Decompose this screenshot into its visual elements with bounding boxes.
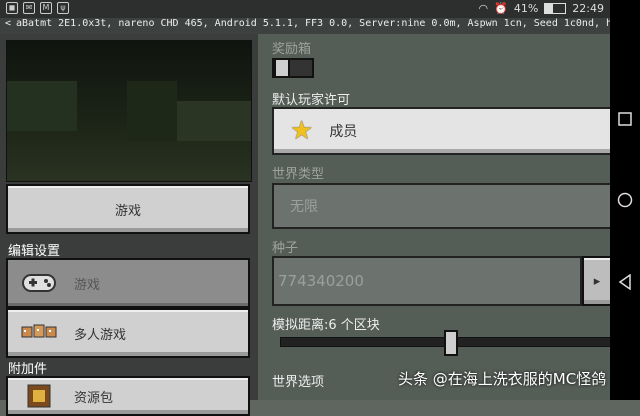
players-icon (18, 320, 60, 346)
status-bar: ◼ ✉ M ψ ◠ ⏰ 41% 22:49 (0, 0, 610, 18)
alarm-icon: ⏰ (494, 2, 508, 15)
tab-resource-pack-label: 资源包 (74, 390, 114, 406)
recent-apps-icon[interactable] (617, 112, 633, 128)
arrow-right-icon: ▸ (593, 273, 601, 289)
tab-resource-pack[interactable]: 资源包 (6, 376, 250, 416)
header-text: aBatmt 2E1.0x3t, nareno CHD 465, Android… (16, 18, 610, 29)
battery-icon (544, 3, 567, 14)
edit-settings-label: 编辑设置 (8, 244, 61, 259)
world-options-label: 世界选项 (272, 375, 325, 390)
tab-multiplayer-label: 多人游戏 (74, 327, 127, 343)
sim-distance-label: 模拟距离:6 个区块 (272, 318, 380, 333)
home-icon[interactable] (617, 192, 633, 208)
tab-game[interactable]: 游戏 (6, 258, 250, 308)
sim-distance-slider-handle[interactable] (444, 330, 458, 356)
world-type-label: 世界类型 (272, 167, 325, 182)
mail-icon: M (40, 2, 52, 14)
clock: 22:49 (572, 2, 604, 15)
game-button-label: 游戏 (114, 203, 141, 219)
achievements-toggle[interactable] (272, 58, 314, 78)
wifi-icon: ◠ (478, 2, 489, 15)
app-icon: ◼ (6, 2, 18, 14)
controller-icon (18, 270, 60, 296)
seed-input[interactable]: 774340200 (272, 256, 582, 306)
seed-picker-button[interactable]: ▸ (582, 256, 612, 306)
debug-header: < aBatmt 2E1.0x3t, nareno CHD 465, Androi… (0, 18, 610, 34)
world-type-value: 无限 (290, 199, 318, 215)
usb-icon: ψ (57, 2, 69, 14)
tab-multiplayer[interactable]: 多人游戏 (6, 308, 250, 358)
seed-label: 种子 (272, 241, 299, 256)
default-permission-dropdown[interactable]: ★ 成员 (272, 107, 612, 155)
star-icon: ★ (290, 116, 314, 146)
message-icon: ✉ (23, 2, 35, 14)
battery-percent: 41% (513, 2, 539, 15)
seed-value: 774340200 (278, 272, 364, 290)
left-panel: 游戏 编辑设置 游戏 多人游戏 附加件 资源包 (0, 34, 258, 416)
world-preview-image (6, 40, 252, 182)
back-arrow-icon[interactable]: < (0, 18, 16, 29)
world-type-dropdown[interactable]: 无限 (272, 183, 612, 229)
default-permission-label: 默认玩家许可 (272, 93, 351, 108)
resource-pack-icon (18, 383, 60, 409)
tab-game-label: 游戏 (74, 277, 101, 293)
android-nav-bar (610, 0, 640, 400)
default-permission-value: 成员 (329, 124, 358, 140)
watermark: 头条 @在海上洗衣服的MC怪鸽 (398, 370, 607, 388)
achievements-label: 奖励箱 (272, 42, 312, 57)
addons-label: 附加件 (8, 362, 48, 377)
game-button[interactable]: 游戏 (6, 184, 250, 234)
back-icon[interactable] (617, 273, 633, 291)
